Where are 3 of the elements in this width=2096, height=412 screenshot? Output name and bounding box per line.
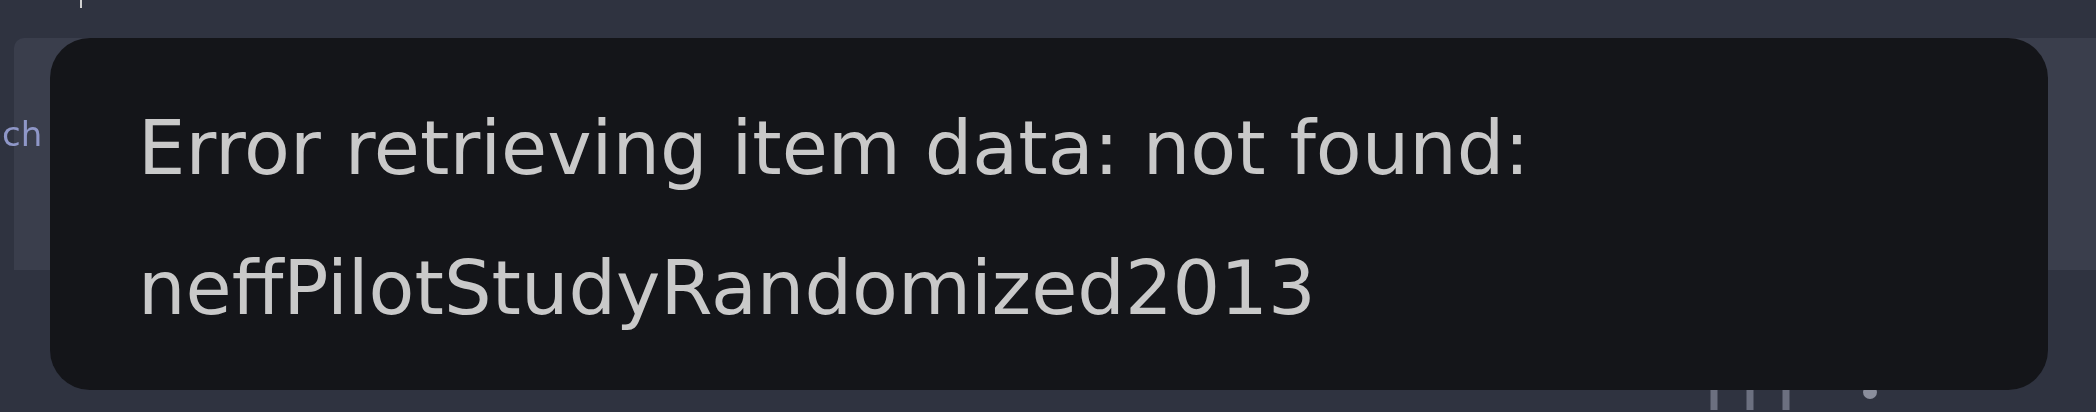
error-message: Error retrieving item data: not found: neffPilotStudyRandomized2013 — [138, 103, 1531, 334]
search-text: ch — [2, 114, 43, 156]
text-cursor — [80, 0, 82, 8]
